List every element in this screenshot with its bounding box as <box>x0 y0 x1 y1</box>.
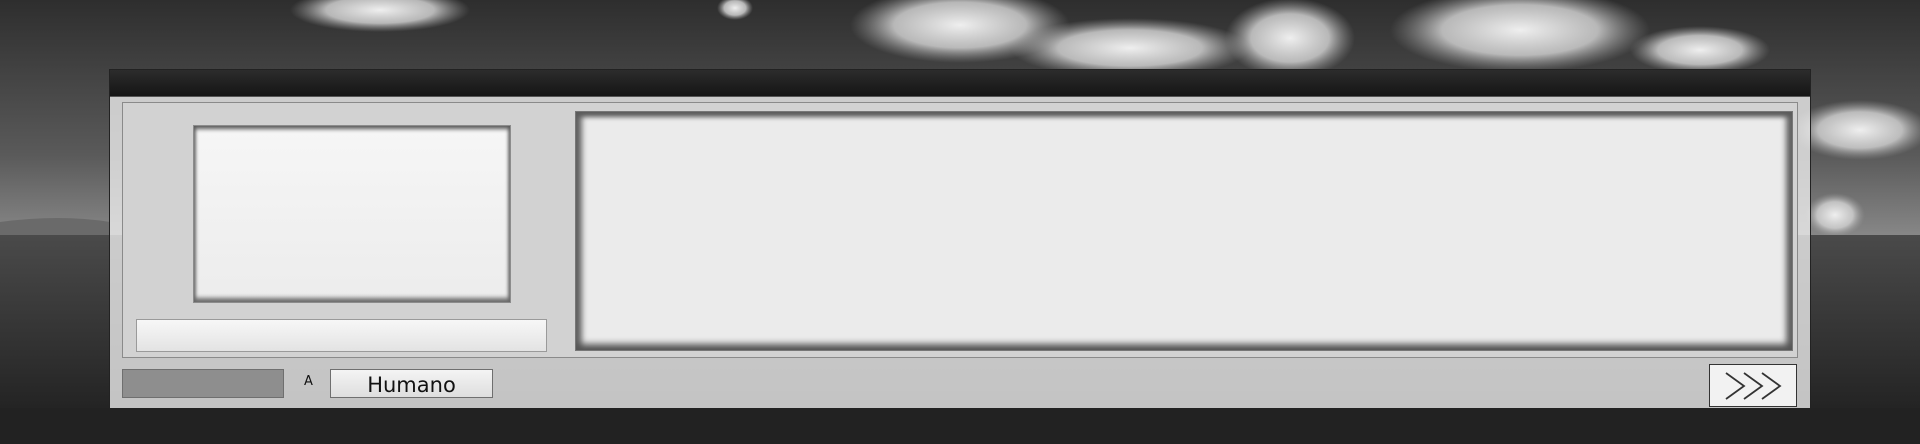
class-button[interactable]: Humano <box>330 369 493 398</box>
window-title-bar <box>110 70 1810 97</box>
dialog-window: A Humano <box>110 70 1810 408</box>
character-portrait-frame <box>193 125 511 303</box>
dialog-panel <box>122 102 1798 358</box>
dialog-footer: A Humano <box>110 358 1810 408</box>
speaker-name-box <box>136 319 547 352</box>
status-gauge <box>122 369 284 398</box>
triple-chevron-right-icon <box>1725 371 1782 400</box>
dialog-text-box <box>575 111 1793 351</box>
mode-letter: A <box>304 374 313 389</box>
status-gauge-fill <box>123 370 283 397</box>
next-button[interactable] <box>1709 364 1797 407</box>
